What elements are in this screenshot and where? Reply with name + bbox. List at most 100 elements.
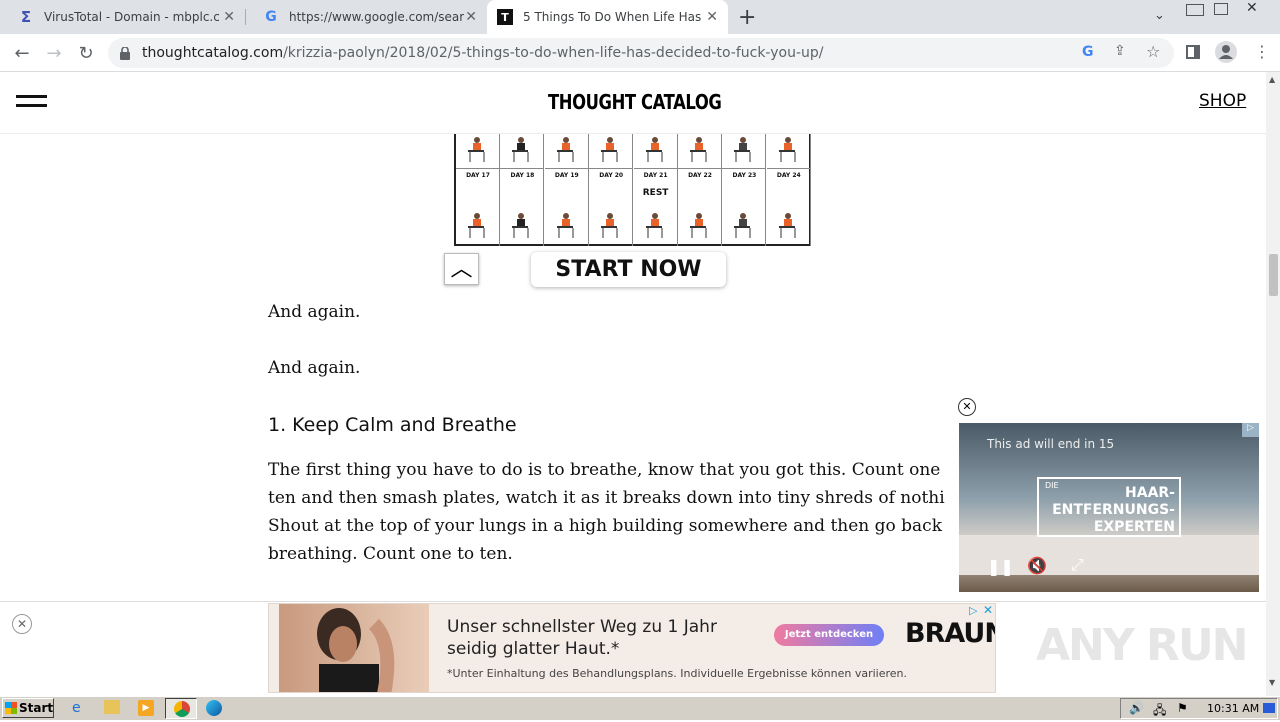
grid-line [544, 168, 589, 169]
exercise-figure [466, 212, 488, 238]
ad-cta-button[interactable]: Jetzt entdecken [774, 624, 884, 646]
close-sticky-ad-icon[interactable]: ✕ [12, 614, 32, 634]
close-tab-icon[interactable]: ✕ [223, 9, 235, 25]
grid-line [589, 168, 634, 169]
system-tray: 🔊 🖧 ⚑ 10:31 AM [1120, 698, 1278, 719]
edge-icon[interactable] [206, 700, 222, 716]
google-icon: G [265, 9, 277, 25]
ad-headline-line1: Unser schnellster Weg zu 1 Jahr [447, 617, 717, 637]
adchoices-icon[interactable]: ▷ [1242, 423, 1259, 437]
google-lens-icon[interactable]: G [1082, 44, 1094, 60]
lock-icon[interactable] [120, 45, 130, 60]
adchoices-icon[interactable]: ▷ [969, 604, 977, 617]
restore-button[interactable] [1214, 3, 1228, 15]
exercise-figure [732, 136, 754, 162]
scroll-down-arrow-icon[interactable]: ▼ [1269, 678, 1275, 687]
close-video-ad-icon[interactable]: ✕ [958, 398, 976, 416]
ad-headline: HAAR- ENTFERNUNGS- EXPERTEN [1052, 485, 1175, 535]
desktop-icon[interactable] [1263, 703, 1275, 713]
share-icon[interactable]: ⇪ [1114, 43, 1126, 59]
ad-headline-line2: seidig glatter Haut.* [447, 639, 620, 659]
braun-banner-ad[interactable]: Unser schnellster Weg zu 1 Jahr seidig g… [268, 603, 996, 693]
tab-google-search[interactable]: G https://www.google.com/search?q= ✕ [245, 0, 487, 34]
tab-title: VirusTotal - Domain - mbplc.com [44, 10, 219, 24]
network-icon[interactable]: 🖧 [1153, 701, 1166, 722]
tab-search-chevron-icon[interactable]: ⌄ [1154, 8, 1165, 23]
ie-icon[interactable]: e [72, 700, 81, 716]
back-icon[interactable]: ← [10, 41, 34, 65]
windows-taskbar: Start e ▶ 🔊 🖧 ⚑ 10:31 AM [0, 696, 1280, 720]
bookmark-star-icon[interactable]: ☆ [1146, 42, 1160, 61]
workout-day-label: DAY 21 [643, 172, 668, 179]
volume-icon[interactable]: 🔊 [1129, 701, 1144, 715]
close-tab-icon[interactable]: ✕ [465, 9, 477, 25]
video-ad[interactable]: This ad will end in 15 DIE HAAR- ENTFERN… [959, 423, 1259, 592]
side-panel-icon[interactable] [1186, 45, 1200, 59]
paragraph: And again. [268, 358, 361, 378]
exercise-figure [599, 212, 621, 238]
chevron-up-icon: ︿ [450, 257, 473, 282]
media-player-icon[interactable]: ▶ [138, 700, 154, 716]
mute-icon[interactable]: 🔇 [1027, 556, 1047, 575]
folder-icon[interactable] [104, 700, 120, 714]
hamburger-menu-icon[interactable] [16, 95, 47, 113]
workout-day-label: DAY 23 [732, 172, 757, 179]
exercise-figure [777, 136, 799, 162]
more-menu-icon[interactable]: ⋮ [1254, 42, 1270, 61]
exercise-figure [777, 212, 799, 238]
tab-strip: Σ VirusTotal - Domain - mbplc.com ✕ G ht… [0, 0, 1280, 34]
flag-icon[interactable]: ⚑ [1177, 701, 1188, 715]
scroll-up-button[interactable]: ︿ [444, 253, 479, 285]
ad-model-photo [279, 604, 429, 692]
thought-catalog-icon: T [497, 9, 513, 25]
grid-line [500, 168, 545, 169]
close-banner-ad-icon[interactable]: ✕ [983, 604, 993, 617]
tab-virustotal[interactable]: Σ VirusTotal - Domain - mbplc.com ✕ [0, 0, 245, 34]
chrome-taskbar-button[interactable] [165, 698, 197, 719]
fullscreen-icon[interactable]: ⤢ [1071, 555, 1084, 575]
url-path: /krizzia-paolyn/2018/02/5-things-to-do-w… [283, 45, 824, 61]
body-line: ten and then smash plates, watch it as i… [268, 488, 945, 508]
tab-title: https://www.google.com/search?q= [289, 10, 464, 24]
profile-avatar-icon[interactable] [1215, 41, 1237, 63]
workout-day-label: DAY 24 [776, 172, 801, 179]
page-scrollbar[interactable]: ▲ ▼ [1266, 72, 1280, 696]
exercise-figure [644, 136, 666, 162]
exercise-figure [555, 136, 577, 162]
start-now-button[interactable]: START NOW [531, 252, 726, 287]
workout-day-label: DAY 17 [466, 172, 490, 179]
address-bar[interactable]: thoughtcatalog.com/krizzia-paolyn/2018/0… [108, 38, 1174, 68]
exercise-figure [732, 212, 754, 238]
pause-icon[interactable]: ❚❚ [987, 557, 1014, 576]
start-label: Start [19, 701, 54, 715]
scroll-up-arrow-icon[interactable]: ▲ [1269, 75, 1275, 84]
shop-link[interactable]: SHOP [1199, 91, 1246, 111]
scroll-thumb[interactable] [1269, 254, 1278, 296]
exercise-figure [644, 212, 666, 238]
grid-line [722, 168, 767, 169]
minimize-button[interactable] [1186, 4, 1204, 16]
exercise-figure [599, 136, 621, 162]
virustotal-icon: Σ [20, 8, 32, 26]
workout-day-label: DAY 20 [599, 172, 624, 179]
close-tab-icon[interactable]: ✕ [706, 9, 718, 25]
close-window-button[interactable]: ✕ [1246, 0, 1258, 16]
tab-thought-catalog[interactable]: T 5 Things To Do When Life Has Decide ✕ [487, 0, 728, 34]
grid-line [633, 168, 678, 169]
exercise-figure [688, 136, 710, 162]
forward-icon[interactable]: → [42, 41, 66, 65]
paragraph: And again. [268, 302, 361, 322]
tab-title: 5 Things To Do When Life Has Decide [523, 10, 701, 24]
new-tab-button[interactable]: + [738, 5, 756, 30]
clock[interactable]: 10:31 AM [1207, 702, 1259, 715]
start-button[interactable]: Start [2, 698, 54, 718]
braun-logo: BRAUN [905, 618, 996, 649]
site-logo[interactable]: THOUGHT CATALOG [548, 90, 722, 114]
workout-day-label: DAY 18 [510, 172, 535, 179]
ad-disclaimer: *Unter Einhaltung des Behandlungsplans. … [447, 667, 907, 680]
exercise-figure [510, 136, 532, 162]
ad-logo-frame: DIE HAAR- ENTFERNUNGS- EXPERTEN [1037, 477, 1181, 537]
reload-icon[interactable]: ↻ [74, 41, 98, 65]
exercise-figure [555, 212, 577, 238]
url-text: thoughtcatalog.com/krizzia-paolyn/2018/0… [142, 45, 824, 61]
